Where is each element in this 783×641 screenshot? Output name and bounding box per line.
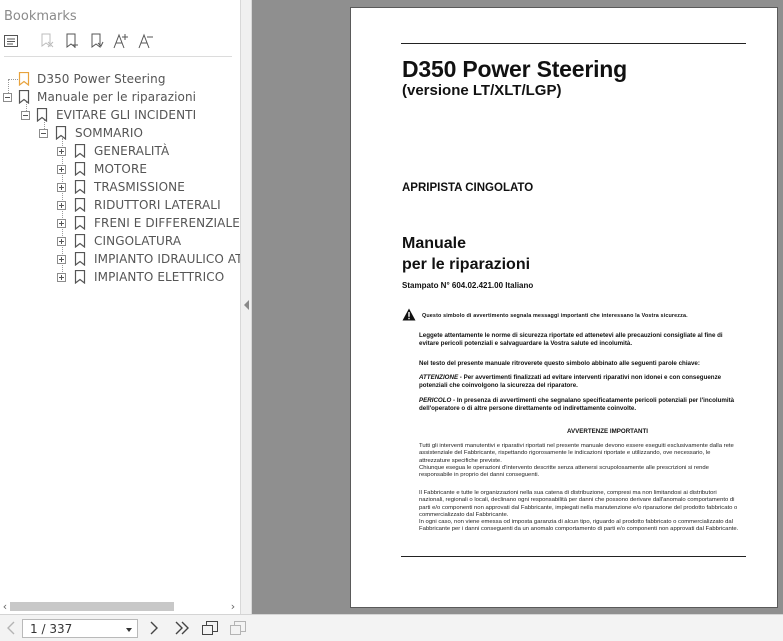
new-bookmark-icon[interactable] — [62, 30, 82, 52]
bookmark-icon — [74, 252, 86, 266]
rotate-icon[interactable] — [227, 617, 249, 639]
page-indicator: 1 / 337 — [30, 622, 73, 636]
delete-bookmark-icon[interactable] — [37, 30, 57, 52]
page-navigation-bar: 1 / 337 — [0, 614, 783, 641]
bookmark-icon — [55, 126, 67, 140]
attenzione-paragraph: ATTENZIONE - Per avvertimenti finalizzat… — [419, 374, 722, 390]
tree-item-label: D350 Power Steering — [37, 72, 166, 86]
bookmark-icon — [18, 72, 30, 86]
expand-toggle[interactable] — [57, 183, 66, 192]
tree-item-riduttori-laterali[interactable]: RIDUTTORI LATERALI — [0, 196, 240, 214]
expand-toggle[interactable] — [57, 201, 66, 210]
scroll-left-icon[interactable]: ‹ — [0, 600, 10, 614]
expand-toggle[interactable] — [57, 165, 66, 174]
tree-item-motore[interactable]: MOTORE — [0, 160, 240, 178]
next-page-icon[interactable] — [143, 617, 165, 639]
expand-toggle[interactable] — [57, 147, 66, 156]
bottom-rule — [401, 556, 746, 557]
pericolo-paragraph: PERICOLO - In presenza di avvertimenti c… — [419, 397, 735, 413]
fit-page-icon[interactable] — [199, 617, 221, 639]
tree-item-label: CINGOLATURA — [94, 234, 182, 248]
tree-item-trasmissione[interactable]: TRASMISSIONE — [0, 178, 240, 196]
tree-item-label: Manuale per le riparazioni — [37, 90, 197, 104]
document-page: D350 Power Steering (versione LT/XLT/LGP… — [350, 7, 778, 608]
bookmark-icon — [74, 162, 86, 176]
scrollbar-thumb[interactable] — [10, 602, 174, 611]
bookmark-icon — [74, 144, 86, 158]
expand-toggle[interactable] — [57, 237, 66, 246]
bookmark-icon — [74, 198, 86, 212]
bookmark-icon — [18, 90, 30, 104]
tree-item-label: MOTORE — [94, 162, 148, 176]
collapse-toggle[interactable] — [21, 111, 30, 120]
symbol-paragraph: Nel testo del presente manuale ritrovere… — [419, 360, 700, 367]
avvertenze-paragraph-4: In ogni caso, non viene emessa od impost… — [419, 519, 739, 533]
previous-page-icon[interactable] — [0, 617, 22, 639]
tree-item-d350-power-steering[interactable]: D350 Power Steering — [0, 70, 240, 88]
warning-triangle-icon — [402, 308, 416, 321]
bookmark-icon — [74, 216, 86, 230]
document-viewer[interactable]: D350 Power Steering (versione LT/XLT/LGP… — [252, 0, 783, 614]
safety-paragraph: Leggete attentamente le norme di sicurez… — [419, 332, 723, 348]
collapse-panel-icon[interactable] — [244, 300, 249, 310]
warning-symbol-text: Questo simbolo di avvertimento segnala m… — [422, 313, 688, 319]
scroll-right-icon[interactable]: › — [228, 600, 238, 614]
tree-item-freni-e-differenziale[interactable]: FRENI E DIFFERENZIALE D — [0, 214, 240, 232]
tree-item-label: TRASMISSIONE — [94, 180, 185, 194]
tree-item-label: IMPIANTO ELETTRICO — [94, 270, 225, 284]
tree-item-impianto-elettrico[interactable]: IMPIANTO ELETTRICO — [0, 268, 240, 286]
document-title: D350 Power Steering — [402, 56, 628, 82]
bookmarks-title: Bookmarks — [4, 9, 77, 24]
avvertenze-paragraph-3: Il Fabbricante e tutte le organizzazioni… — [419, 490, 738, 518]
bookmark-icon — [74, 270, 86, 284]
top-rule — [401, 43, 746, 44]
new-bookmark-from-structure-icon[interactable] — [87, 30, 107, 52]
dropdown-caret-icon[interactable] — [126, 628, 132, 632]
tree-item-impianto-idraulico[interactable]: IMPIANTO IDRAULICO ATT — [0, 250, 240, 268]
bookmarks-horizontal-scrollbar[interactable]: ‹ › — [0, 600, 240, 614]
tree-item-generalita[interactable]: GENERALITÀ — [0, 142, 240, 160]
document-subtitle: (versione LT/XLT/LGP) — [402, 82, 562, 99]
tree-item-cingolatura[interactable]: CINGOLATURA — [0, 232, 240, 250]
tree-item-label: GENERALITÀ — [94, 144, 170, 158]
bookmark-icon — [74, 180, 86, 194]
tree-item-label: FRENI E DIFFERENZIALE D — [94, 216, 240, 230]
expand-toggle[interactable] — [57, 273, 66, 282]
increase-text-size-icon[interactable] — [111, 30, 131, 52]
expand-toggle[interactable] — [57, 219, 66, 228]
tree-item-label: RIDUTTORI LATERALI — [94, 198, 221, 212]
safety-warning: Questo simbolo di avvertimento segnala m… — [402, 308, 752, 322]
panel-splitter[interactable] — [240, 0, 252, 614]
avvertenze-paragraph-2: Chiunque esegua le operazioni d'interven… — [419, 465, 709, 479]
bookmark-icon — [36, 108, 48, 122]
manual-heading: Manuale per le riparazioni — [402, 235, 531, 273]
bookmarks-tree: D350 Power Steering Manuale per le ripar… — [0, 70, 240, 300]
avvertenze-heading: AVVERTENZE IMPORTANTI — [567, 428, 648, 435]
bookmarks-panel: Bookmarks D350 Power Steering Manuale pe… — [0, 0, 240, 614]
tree-item-label: EVITARE GLI INCIDENTI — [56, 108, 197, 122]
tree-item-manuale-per-le-riparazioni[interactable]: Manuale per le riparazioni — [0, 88, 240, 106]
page-number-selector[interactable]: 1 / 337 — [22, 619, 138, 638]
bookmark-icon — [74, 234, 86, 248]
print-number: Stampato N° 604.02.421.00 Italiano — [402, 281, 534, 290]
tree-item-sommario[interactable]: SOMMARIO — [0, 124, 240, 142]
collapse-toggle[interactable] — [3, 93, 12, 102]
expand-toggle[interactable] — [57, 255, 66, 264]
options-menu-icon[interactable] — [1, 30, 21, 52]
bookmarks-toolbar — [0, 30, 240, 52]
last-page-icon[interactable] — [171, 617, 193, 639]
decrease-text-size-icon[interactable] — [136, 30, 156, 52]
avvertenze-paragraph-1: Tutti gli interventi manutentivi e ripar… — [419, 443, 734, 464]
toolbar-separator — [4, 56, 232, 57]
tree-item-evitare-gli-incidenti[interactable]: EVITARE GLI INCIDENTI — [0, 106, 240, 124]
machine-type: APRIPISTA CINGOLATO — [402, 182, 534, 194]
tree-item-label: IMPIANTO IDRAULICO ATT — [94, 252, 240, 266]
tree-item-label: SOMMARIO — [75, 126, 144, 140]
collapse-toggle[interactable] — [39, 129, 48, 138]
